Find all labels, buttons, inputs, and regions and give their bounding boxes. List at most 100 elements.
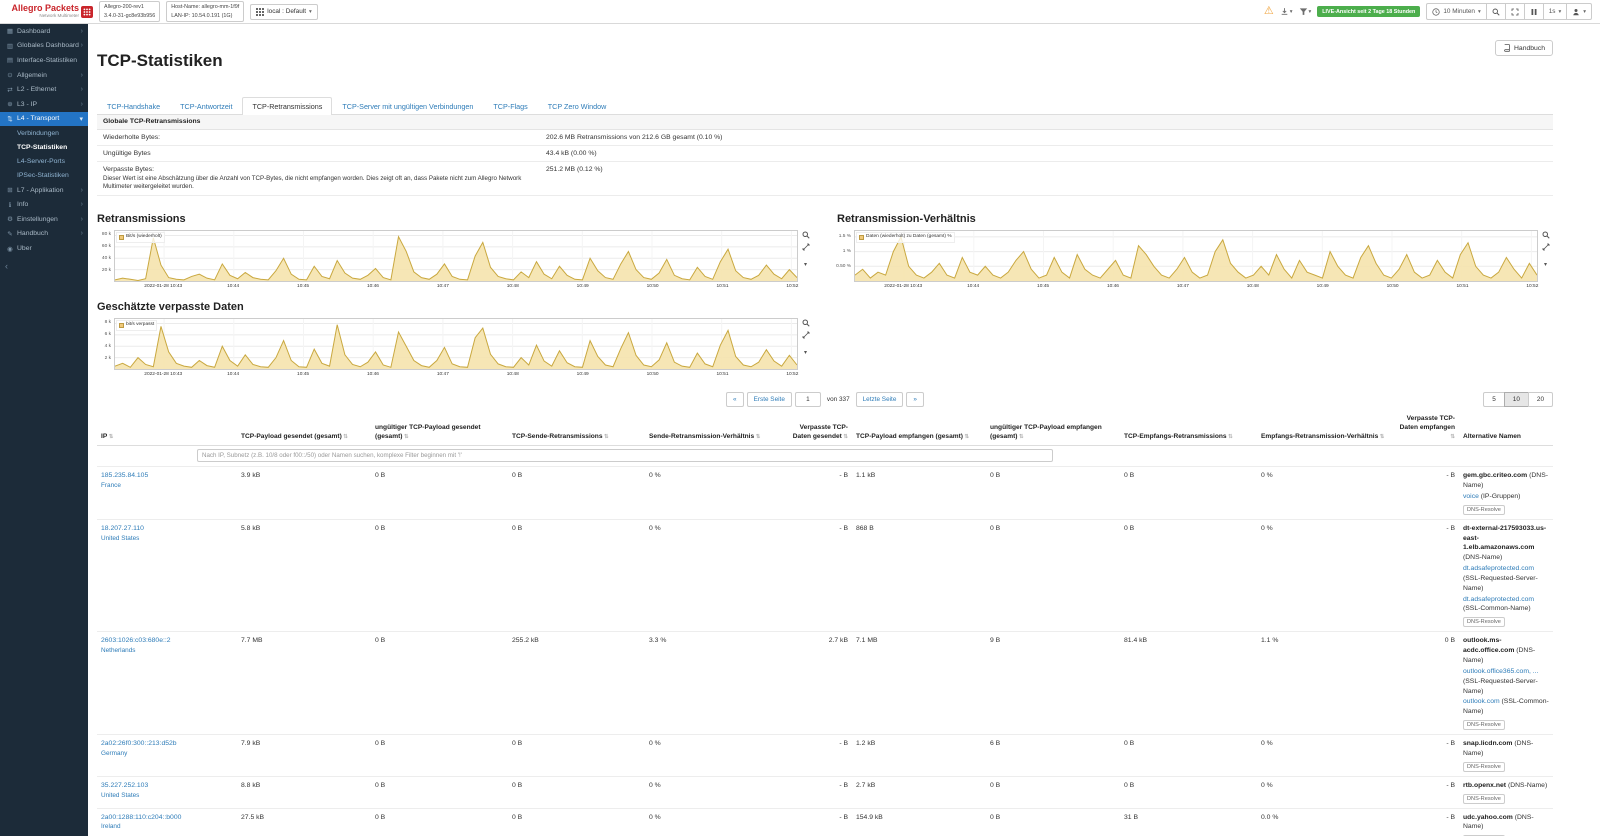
pause-button[interactable] bbox=[1524, 3, 1544, 20]
search-button[interactable] bbox=[1486, 3, 1506, 20]
column-header-tcp-sende-retransmissions[interactable]: TCP-Sende-Retransmissions ⇅ bbox=[508, 413, 645, 445]
sidebar-item-ipsec-statistiken[interactable]: IPSec-Statistiken bbox=[0, 169, 88, 183]
tab-tcp-retransmissions[interactable]: TCP-Retransmissions bbox=[242, 97, 332, 115]
sidebar-item-tcp-statistiken[interactable]: TCP-Statistiken bbox=[0, 140, 88, 154]
host-info[interactable]: Host-Name: allegro-mm-1f9f LAN-IP: 10.54… bbox=[166, 1, 244, 21]
download-button[interactable]: ▾ bbox=[1280, 7, 1293, 16]
ip-link[interactable]: 2a00:1288:110:c204::b000 bbox=[101, 814, 181, 821]
tab-tcp-flags[interactable]: TCP-Flags bbox=[483, 97, 537, 115]
tab-tcp-antwortzeit[interactable]: TCP-Antwortzeit bbox=[170, 97, 242, 115]
live-view-badge[interactable]: LIVE-Ansicht seit 2 Tage 18 Stunden bbox=[1317, 6, 1420, 17]
alt-name-link[interactable]: dt.adsafeprotected.com bbox=[1463, 596, 1534, 603]
ip-link[interactable]: 35.227.252.103 bbox=[101, 782, 148, 789]
chart-range-button[interactable] bbox=[802, 243, 810, 251]
sidebar-item-interface-statistiken[interactable]: ▤Interface-Statistiken bbox=[0, 53, 88, 68]
country-link[interactable]: France bbox=[101, 482, 121, 489]
page-size-button-10[interactable]: 10 bbox=[1504, 392, 1529, 407]
alt-name-link[interactable]: outlook.com bbox=[1463, 698, 1500, 705]
sidebar-item-info[interactable]: ℹInfo› bbox=[0, 198, 88, 213]
ip-link[interactable]: 2603:1026:c03:680e::2 bbox=[101, 637, 171, 644]
chart-range-button[interactable] bbox=[1542, 243, 1550, 251]
country-link[interactable]: United States bbox=[101, 792, 139, 799]
country-link[interactable]: Ireland bbox=[101, 823, 121, 830]
country-link[interactable]: Netherlands bbox=[101, 647, 135, 654]
sidebar-item-l7-applikation[interactable]: ⊞L7 - Applikation› bbox=[0, 183, 88, 198]
column-header-tcp-payload-gesendet-gesamt[interactable]: TCP-Payload gesendet (gesamt) ⇅ bbox=[237, 413, 371, 445]
manual-button[interactable]: Handbuch bbox=[1495, 40, 1553, 56]
column-header-label: Verpasste TCP-Daten empfangen bbox=[1400, 415, 1455, 431]
column-header-sende-retransmission-verh-ltnis[interactable]: Sende-Retransmission-Verhältnis ⇅ bbox=[645, 413, 782, 445]
page-number-input[interactable] bbox=[795, 392, 821, 407]
column-header-tcp-payload-empfangen-gesamt[interactable]: TCP-Payload empfangen (gesamt) ⇅ bbox=[852, 413, 986, 445]
profile-selector[interactable]: local : Default ▾ bbox=[250, 4, 317, 20]
sidebar-item-handbuch[interactable]: ✎Handbuch› bbox=[0, 227, 88, 242]
x-tick-label: 2022-01-28 10:43 bbox=[144, 284, 182, 289]
chart-options-button[interactable]: ▾ bbox=[804, 255, 807, 268]
dns-resolve-button[interactable]: DNS-Resolve bbox=[1463, 794, 1505, 804]
fullscreen-button[interactable] bbox=[1505, 3, 1525, 20]
ip-link[interactable]: 2a02:26f0:300::213:d52b bbox=[101, 740, 177, 747]
settings-icon: ⚙ bbox=[6, 215, 14, 223]
sidebar-item-globales-dashboard[interactable]: ▥Globales Dashboard› bbox=[0, 39, 88, 54]
sidebar-item-l3-ip[interactable]: ⊕L3 - IP› bbox=[0, 97, 88, 112]
sidebar-item-verbindungen[interactable]: Verbindungen bbox=[0, 126, 88, 140]
column-header-verpasste-tcp-daten-empfangen[interactable]: Verpasste TCP-Daten empfangen ⇅ bbox=[1394, 413, 1459, 445]
country-link[interactable]: United States bbox=[101, 535, 139, 542]
first-page-button[interactable]: Erste Seite bbox=[747, 392, 792, 407]
chart-plot[interactable]: bit/s verpasst bbox=[114, 318, 798, 370]
time-range-selector[interactable]: 10 Minuten ▾ bbox=[1426, 3, 1486, 20]
chart-y-axis: 80 k60 k40 k20 k bbox=[97, 230, 114, 282]
chart-plot[interactable]: Bit/s (wiederholt) bbox=[114, 230, 798, 282]
sidebar-collapse-toggle[interactable]: ‹ bbox=[0, 256, 88, 271]
column-header-ung-ltiger-tcp-payload-gesendet-gesamt[interactable]: ungültiger TCP-Payload gesendet (gesamt)… bbox=[371, 413, 508, 445]
table-filter-input[interactable] bbox=[197, 449, 1053, 462]
tab-tcp-handshake[interactable]: TCP-Handshake bbox=[97, 97, 170, 115]
alt-name-link[interactable]: dt.adsafeprotected.com bbox=[1463, 565, 1534, 572]
last-page-button[interactable]: Letzte Seite bbox=[856, 392, 904, 407]
tab-tcp-server-mit-ung-ltigen-verbindungen[interactable]: TCP-Server mit ungültigen Verbindungen bbox=[332, 97, 483, 115]
alt-name-link[interactable]: outlook.office365.com, ... bbox=[1463, 668, 1538, 675]
column-header-ip[interactable]: IP ⇅ bbox=[97, 413, 237, 445]
column-header-tcp-empfangs-retransmissions[interactable]: TCP-Empfangs-Retransmissions ⇅ bbox=[1120, 413, 1257, 445]
chart-plot[interactable]: Daten (wiederholt) zu Daten (gesamt) % bbox=[854, 230, 1538, 282]
sidebar-item-l4-server-ports[interactable]: L4-Server-Ports bbox=[0, 155, 88, 169]
sidebar-item-einstellungen[interactable]: ⚙Einstellungen› bbox=[0, 212, 88, 227]
chart-zoom-button[interactable] bbox=[802, 319, 810, 327]
sidebar-item-ber[interactable]: ◉Über bbox=[0, 241, 88, 256]
warning-button[interactable]: ⚠ bbox=[1264, 6, 1274, 17]
sidebar-item-l4-transport[interactable]: ⇅L4 - Transport▾ bbox=[0, 112, 88, 127]
page-size-button-20[interactable]: 20 bbox=[1528, 392, 1553, 407]
logo[interactable]: Allegro Packets Network Multimeter bbox=[3, 4, 93, 19]
chart-options-button[interactable]: ▾ bbox=[804, 343, 807, 356]
chart-zoom-button[interactable] bbox=[1542, 231, 1550, 239]
page-size-button-5[interactable]: 5 bbox=[1483, 392, 1505, 407]
filter-button[interactable]: ▾ bbox=[1299, 7, 1312, 16]
sidebar-item-allgemein[interactable]: ⊙Allgemein› bbox=[0, 68, 88, 83]
chart-zoom-button[interactable] bbox=[802, 231, 810, 239]
ip-link[interactable]: 18.207.27.110 bbox=[101, 525, 144, 532]
dns-resolve-button[interactable]: DNS-Resolve bbox=[1463, 505, 1505, 515]
dns-resolve-button[interactable]: DNS-Resolve bbox=[1463, 617, 1505, 627]
dns-resolve-button[interactable]: DNS-Resolve bbox=[1463, 762, 1505, 772]
x-tick-label: 10:45 bbox=[1037, 284, 1049, 289]
column-header-empfangs-retransmission-verh-ltnis[interactable]: Empfangs-Retransmission-Verhältnis ⇅ bbox=[1257, 413, 1394, 445]
ip-link[interactable]: 185.235.84.105 bbox=[101, 472, 148, 479]
column-header-ung-ltiger-tcp-payload-empfangen-gesamt[interactable]: ungültiger TCP-Payload empfangen (gesamt… bbox=[986, 413, 1120, 445]
first-page-arrow-button[interactable]: « bbox=[726, 392, 744, 407]
alt-name-link[interactable]: voice bbox=[1463, 493, 1479, 500]
tab-tcp-zero-window[interactable]: TCP Zero Window bbox=[538, 97, 617, 115]
sidebar-item-dashboard[interactable]: ▦Dashboard› bbox=[0, 24, 88, 39]
chart-options-button[interactable]: ▾ bbox=[1544, 255, 1547, 268]
sidebar-item-l2-ethernet[interactable]: ⇄L2 - Ethernet› bbox=[0, 82, 88, 97]
x-tick-label: 10:44 bbox=[227, 284, 239, 289]
country-link[interactable]: Germany bbox=[101, 750, 127, 757]
alt-name-text: udc.yahoo.com bbox=[1463, 814, 1513, 821]
device-info[interactable]: Allegro-200-rev1 3.4.0-31-gc8e93b956 bbox=[99, 1, 160, 21]
metric-cell: 0 B bbox=[1394, 632, 1459, 735]
chart-range-button[interactable] bbox=[802, 331, 810, 339]
user-menu-button[interactable]: ▾ bbox=[1566, 3, 1592, 20]
column-header-verpasste-tcp-daten-gesendet[interactable]: Verpasste TCP-Daten gesendet ⇅ bbox=[782, 413, 852, 445]
refresh-interval-selector[interactable]: 1s ▾ bbox=[1543, 3, 1568, 20]
dns-resolve-button[interactable]: DNS-Resolve bbox=[1463, 720, 1505, 730]
last-page-arrow-button[interactable]: » bbox=[906, 392, 924, 407]
